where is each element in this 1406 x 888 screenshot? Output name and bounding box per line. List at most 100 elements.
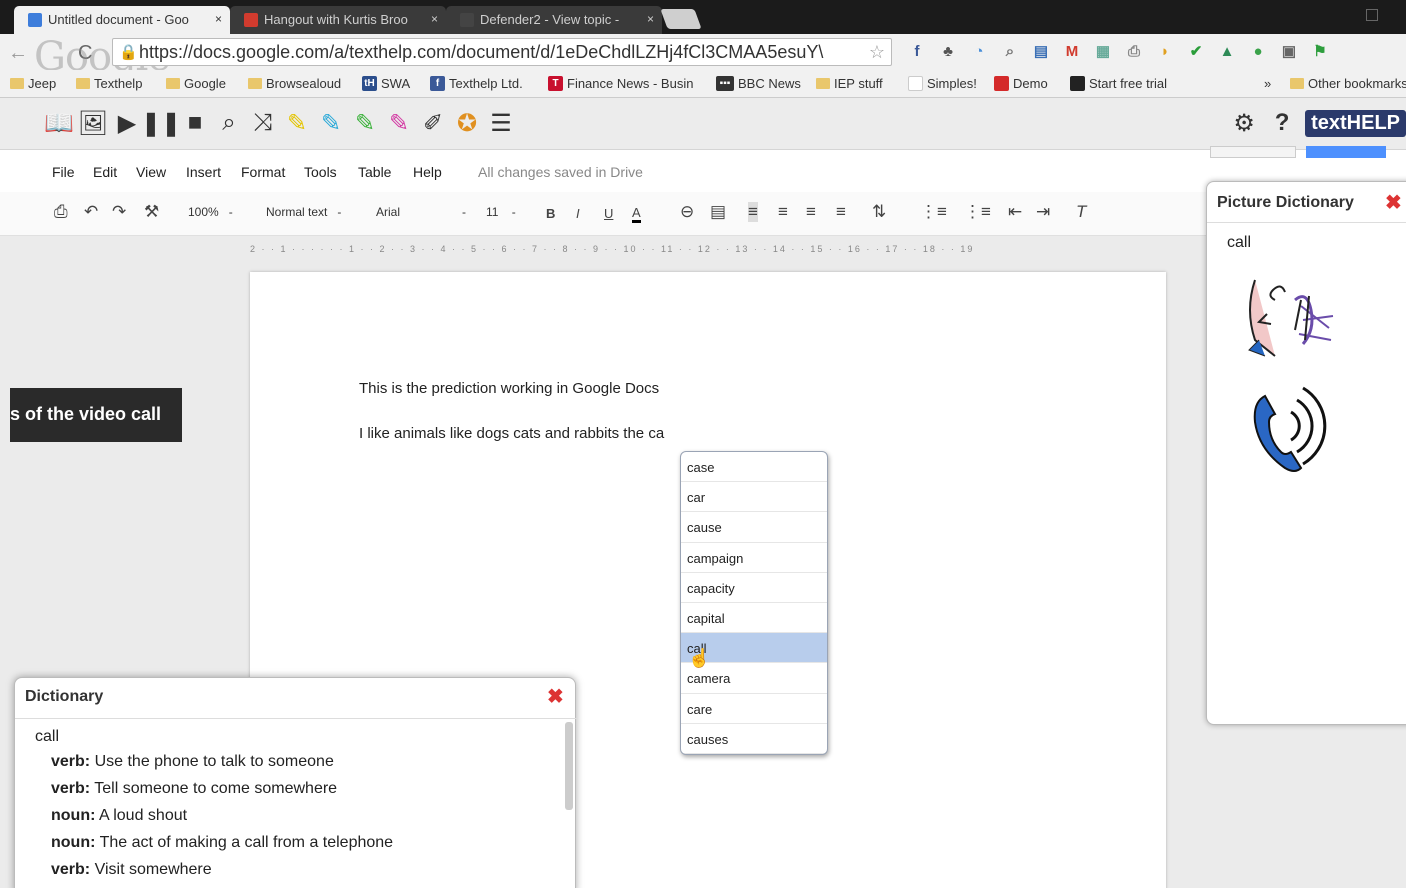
- extension-icon[interactable]: ◔: [968, 40, 990, 62]
- prediction-item[interactable]: case: [681, 452, 827, 483]
- print-icon[interactable]: ⎙: [54, 202, 68, 222]
- decrease-indent-icon[interactable]: ⇤: [1008, 202, 1022, 222]
- highlighter-green-icon[interactable]: ✎: [350, 108, 380, 138]
- justify-icon[interactable]: ≡: [836, 202, 846, 222]
- link-icon[interactable]: ⊖: [680, 202, 694, 222]
- prediction-item[interactable]: capital: [681, 603, 827, 634]
- style-select[interactable]: Normal text -: [266, 205, 341, 219]
- redo-icon[interactable]: ↷: [112, 202, 126, 222]
- facebook-icon[interactable]: f: [906, 40, 928, 62]
- extension-icon[interactable]: ▣: [1278, 40, 1300, 62]
- window-minimize-icon[interactable]: [1366, 9, 1378, 21]
- comments-button[interactable]: [1210, 146, 1296, 158]
- collect-highlights-icon[interactable]: ✪: [452, 108, 482, 138]
- prediction-item[interactable]: capacity: [681, 573, 827, 603]
- stop-icon[interactable]: ■: [180, 108, 210, 138]
- font-size-select[interactable]: 11 -: [486, 205, 516, 219]
- bold-icon[interactable]: B: [546, 206, 555, 221]
- highlighter-blue-icon[interactable]: ✎: [316, 108, 346, 138]
- align-right-icon[interactable]: ≡: [806, 202, 816, 222]
- play-icon[interactable]: ▶: [112, 108, 142, 138]
- bookmark-bbc-news[interactable]: ▪▪▪ BBC News: [716, 76, 801, 91]
- bookmark-start-free-trial[interactable]: Start free trial: [1070, 76, 1167, 91]
- tab-defender2[interactable]: Defender2 - View topic - ×: [446, 6, 662, 34]
- prediction-item[interactable]: cause: [681, 512, 827, 543]
- back-icon[interactable]: ←: [8, 42, 28, 65]
- save-status[interactable]: All changes saved in Drive: [478, 164, 643, 180]
- bookmark-finance-news[interactable]: T Finance News - Busin: [548, 76, 693, 91]
- undo-icon[interactable]: ↶: [84, 202, 98, 222]
- zoom-select[interactable]: 100% -: [188, 205, 233, 219]
- highlighter-pink-icon[interactable]: ✎: [384, 108, 414, 138]
- bookmark-browsealoud[interactable]: Browsealoud: [248, 76, 341, 91]
- help-icon[interactable]: ?: [1267, 108, 1297, 138]
- address-bar[interactable]: 🔒 https://docs.google.com/a/texthelp.com…: [112, 38, 892, 66]
- settings-gear-icon[interactable]: ⚙: [1229, 108, 1259, 138]
- numbered-list-icon[interactable]: ⋮≡: [920, 202, 947, 222]
- ruler[interactable]: 2 · · 1 · · · · · · 1 · · 2 · · 3 · · 4 …: [250, 244, 1170, 262]
- menu-view[interactable]: View: [136, 164, 166, 180]
- dictionary-book-icon[interactable]: 📖: [44, 108, 74, 138]
- translate-icon[interactable]: ⤨: [248, 108, 278, 138]
- clear-formatting-icon[interactable]: T: [1076, 202, 1086, 222]
- line-spacing-icon[interactable]: ⇅: [872, 202, 886, 222]
- bookmark-texthelp[interactable]: Texthelp: [76, 76, 142, 91]
- highlighter-yellow-icon[interactable]: ✎: [282, 108, 312, 138]
- bookmark-iep-stuff[interactable]: IEP stuff: [816, 76, 883, 91]
- print-icon[interactable]: ⎙: [1123, 40, 1145, 62]
- clear-highlights-icon[interactable]: ✐: [418, 108, 448, 138]
- menu-edit[interactable]: Edit: [93, 164, 117, 180]
- comments-share-buttons[interactable]: [1210, 146, 1386, 158]
- bookmark-other-bookmarks[interactable]: Other bookmarks: [1290, 76, 1406, 91]
- bookmark-demo[interactable]: Demo: [994, 76, 1048, 91]
- drive-icon[interactable]: ▲: [1216, 40, 1238, 62]
- comment-icon[interactable]: ▤: [710, 202, 726, 222]
- extension-icon[interactable]: ◗: [1154, 40, 1176, 62]
- close-icon[interactable]: ×: [215, 12, 222, 26]
- picture-dictionary-icon[interactable]: 🖼: [78, 108, 108, 138]
- close-icon[interactable]: ✖: [1385, 190, 1402, 215]
- extension-icon[interactable]: ▦: [1092, 40, 1114, 62]
- bookmark-swa[interactable]: tH SWA: [362, 76, 410, 91]
- menu-help[interactable]: Help: [413, 164, 442, 180]
- text-color-icon[interactable]: A: [632, 205, 641, 223]
- pause-icon[interactable]: ❚❚: [141, 108, 181, 138]
- tab-untitled-document[interactable]: Untitled document - Goo ×: [14, 6, 230, 34]
- extension-icon[interactable]: ♣: [937, 40, 959, 62]
- bookmark-jeep[interactable]: Jeep: [10, 76, 56, 91]
- close-icon[interactable]: ×: [431, 12, 438, 26]
- vocabulary-list-icon[interactable]: ☰: [486, 108, 516, 138]
- align-center-icon[interactable]: ≡: [778, 202, 788, 222]
- gmail-icon[interactable]: M: [1061, 40, 1083, 62]
- bulleted-list-icon[interactable]: ⋮≡: [964, 202, 991, 222]
- dictionary-scrollbar[interactable]: [565, 722, 573, 810]
- extension-icon[interactable]: ▤: [1030, 40, 1052, 62]
- bookmark-texthelp-ltd[interactable]: f Texthelp Ltd.: [430, 76, 523, 91]
- prediction-item[interactable]: campaign: [681, 543, 827, 573]
- tab-hangout[interactable]: Hangout with Kurtis Broo ×: [230, 6, 446, 34]
- menu-table[interactable]: Table: [358, 164, 391, 180]
- align-left-icon[interactable]: ≡: [748, 202, 758, 222]
- extension-icon[interactable]: ⌕: [999, 40, 1021, 62]
- extension-icon[interactable]: ⚑: [1309, 40, 1331, 62]
- bookmark-google[interactable]: Google: [166, 76, 226, 91]
- screenshot-reader-icon[interactable]: ⌕: [214, 108, 244, 138]
- prediction-item[interactable]: car: [681, 482, 827, 513]
- menu-file[interactable]: File: [52, 164, 75, 180]
- menu-tools[interactable]: Tools: [304, 164, 337, 180]
- increase-indent-icon[interactable]: ⇥: [1036, 202, 1050, 222]
- prediction-item[interactable]: care: [681, 694, 827, 724]
- close-icon[interactable]: ✖: [547, 684, 564, 709]
- bookmark-star-icon[interactable]: ☆: [869, 42, 885, 63]
- underline-icon[interactable]: U: [604, 206, 613, 221]
- italic-icon[interactable]: I: [576, 206, 580, 221]
- menu-insert[interactable]: Insert: [186, 164, 221, 180]
- paint-format-icon[interactable]: ⚒: [144, 202, 159, 222]
- bookmark-simples[interactable]: Simples!: [908, 76, 977, 91]
- check-icon[interactable]: ✔: [1185, 40, 1207, 62]
- bookmark-overflow[interactable]: »: [1264, 76, 1271, 91]
- font-dropdown-chevron-icon[interactable]: -: [462, 205, 466, 219]
- extension-icon[interactable]: ●: [1247, 40, 1269, 62]
- new-tab-button[interactable]: [660, 9, 702, 29]
- font-select[interactable]: Arial: [376, 205, 400, 219]
